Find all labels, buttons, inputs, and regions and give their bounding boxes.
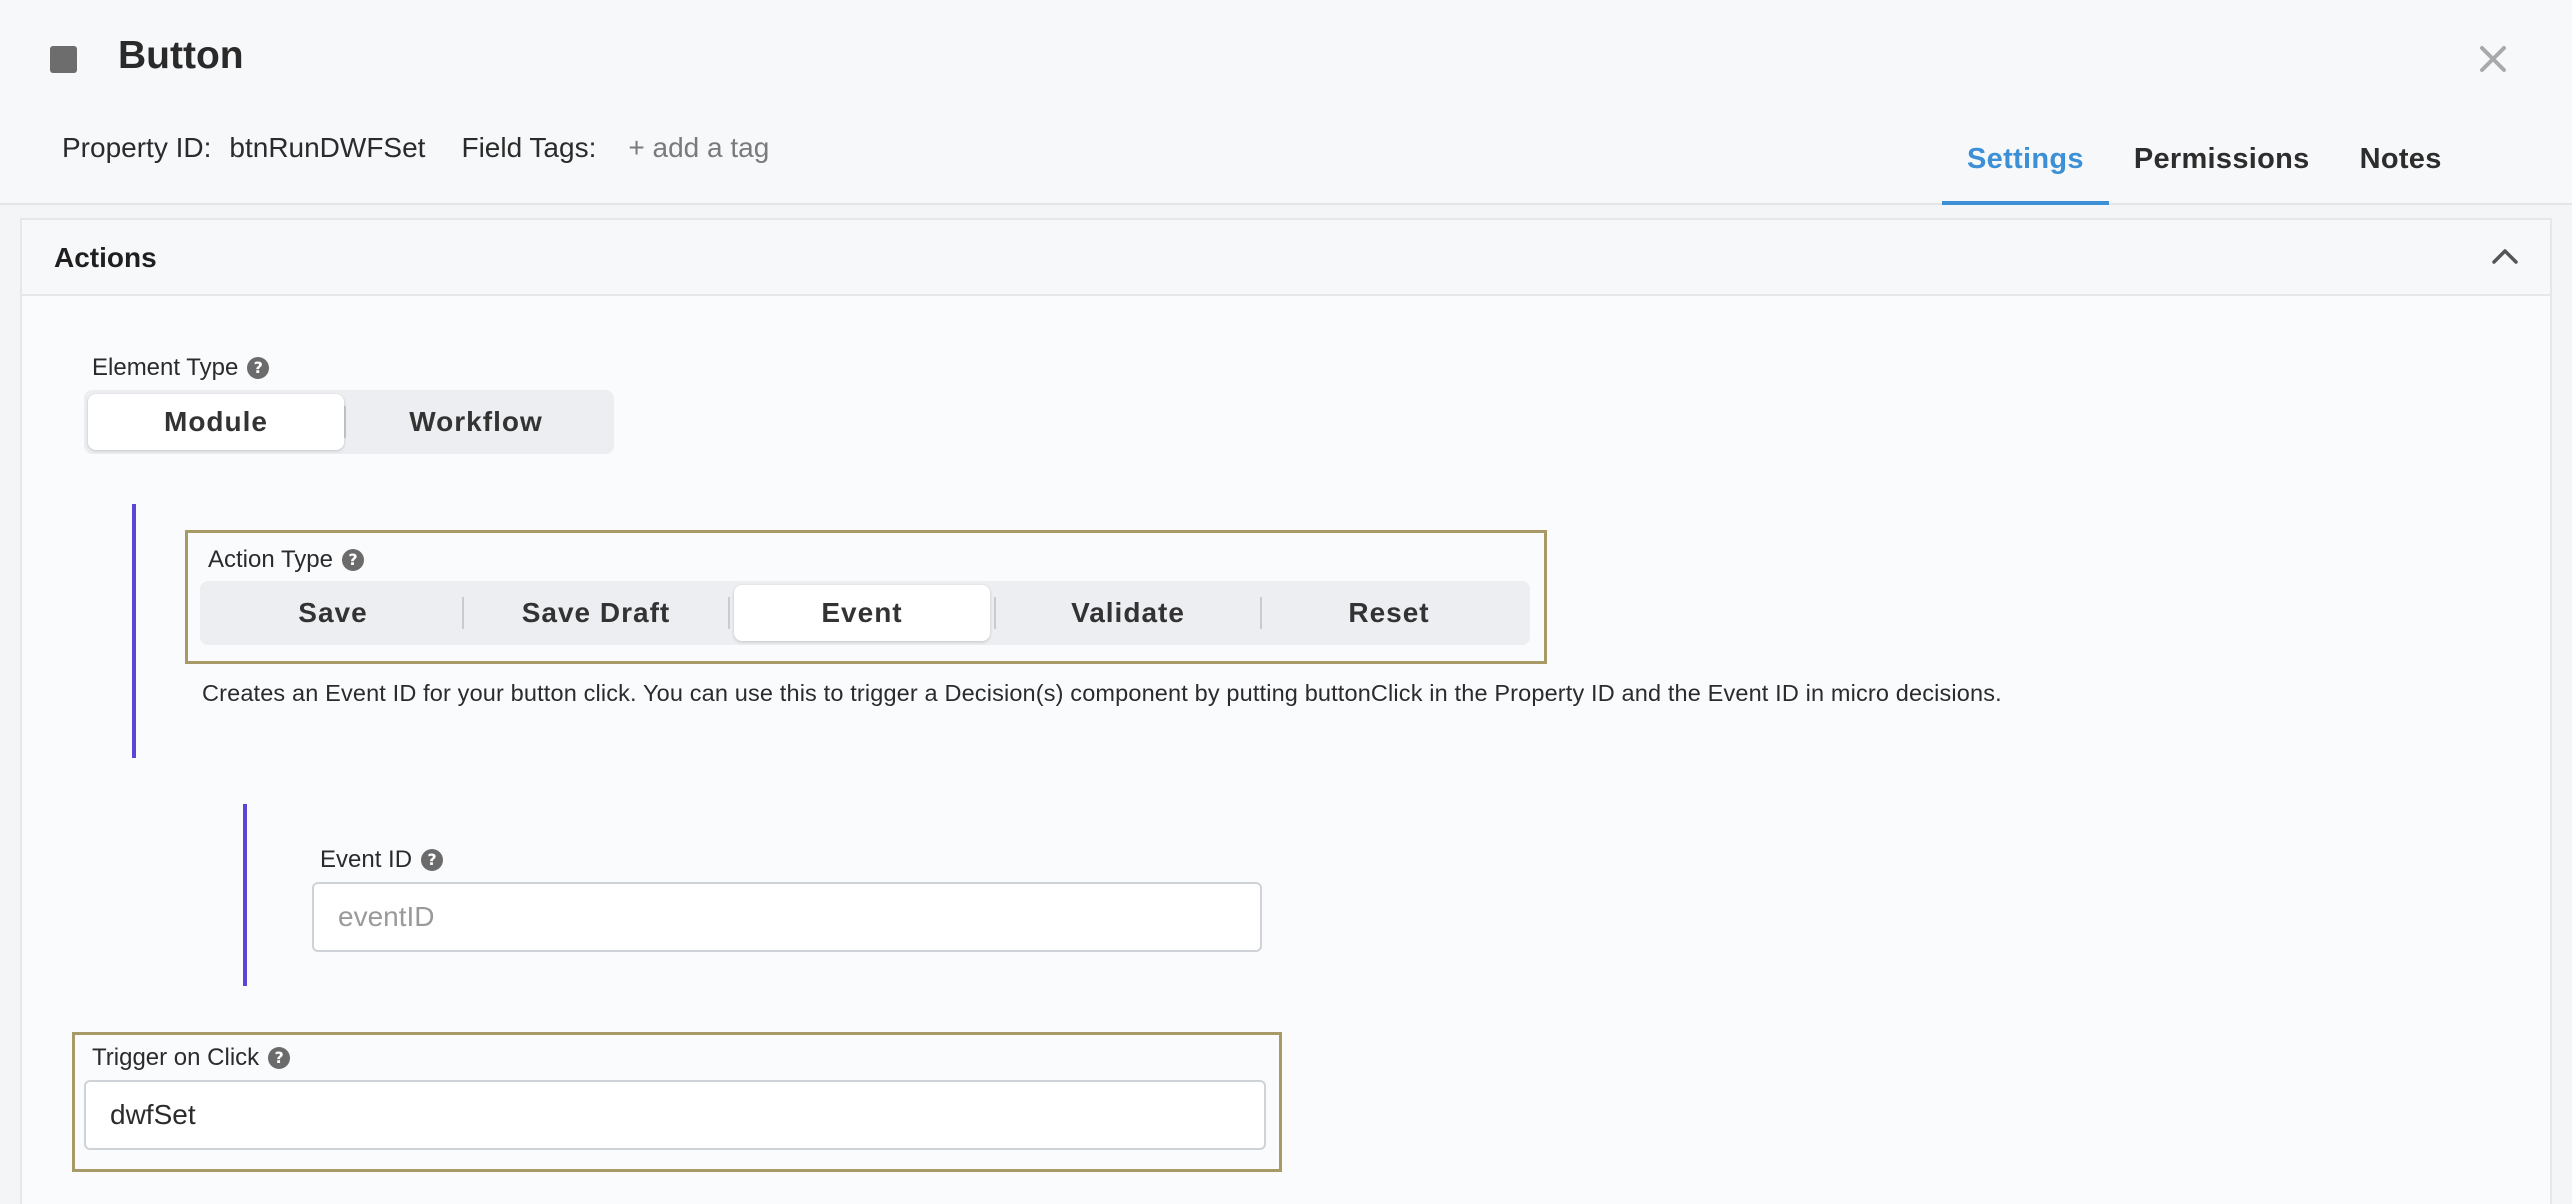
help-icon[interactable]: ?: [341, 549, 364, 571]
help-icon[interactable]: ?: [247, 357, 270, 379]
element-type-module-button[interactable]: Module: [88, 394, 344, 450]
property-id-label: Property ID:: [62, 132, 212, 163]
trigger-on-click-label: Trigger on Click: [92, 1044, 260, 1071]
trigger-on-click-label-row: Trigger on Click ?: [92, 1044, 291, 1072]
help-icon[interactable]: ?: [421, 849, 444, 871]
close-icon[interactable]: [2474, 40, 2512, 78]
tab-settings[interactable]: Settings: [1942, 140, 2109, 205]
nested-indent-bar: [243, 804, 247, 986]
action-type-label: Action Type: [208, 546, 333, 573]
action-type-reset-button[interactable]: Reset: [1262, 585, 1516, 641]
action-type-event-button[interactable]: Event: [734, 585, 990, 641]
add-tag-link[interactable]: + add a tag: [628, 132, 769, 164]
panel-title: Actions: [54, 242, 157, 273]
action-type-label-row: Action Type ?: [208, 546, 364, 574]
page-title: Button: [118, 34, 244, 77]
action-type-toggle: Save Save Draft Event Validate Reset: [200, 581, 1530, 645]
help-icon[interactable]: ?: [268, 1047, 291, 1069]
property-id-value: btnRunDWFSet: [229, 132, 426, 163]
actions-panel: Actions Element Type ? Module Workflow A…: [20, 218, 2552, 1204]
tab-notes[interactable]: Notes: [2335, 140, 2467, 205]
chevron-up-icon[interactable]: [2490, 244, 2520, 268]
nested-indent-bar: [132, 504, 136, 758]
element-type-label-row: Element Type ?: [92, 354, 270, 382]
segment-divider: [728, 597, 730, 629]
element-type-workflow-button[interactable]: Workflow: [346, 394, 606, 450]
event-id-input[interactable]: [312, 882, 1262, 952]
element-type-toggle: Module Workflow: [84, 390, 614, 454]
element-type-label: Element Type: [92, 354, 239, 381]
tab-permissions[interactable]: Permissions: [2109, 140, 2335, 205]
modal-header: Button Property ID: btnRunDWFSet Field T…: [0, 0, 2572, 205]
event-id-label: Event ID: [320, 846, 413, 873]
button-element-icon: [50, 46, 77, 73]
field-tags-label: Field Tags:: [461, 132, 597, 163]
actions-panel-header[interactable]: Actions: [22, 220, 2550, 296]
trigger-on-click-input[interactable]: [84, 1080, 1266, 1150]
event-id-label-row: Event ID ?: [320, 846, 444, 874]
action-type-description: Creates an Event ID for your button clic…: [202, 680, 2002, 706]
action-type-save-button[interactable]: Save: [204, 585, 462, 641]
action-type-validate-button[interactable]: Validate: [996, 585, 1260, 641]
property-meta: Property ID: btnRunDWFSet Field Tags: + …: [62, 132, 769, 164]
tab-bar: Settings Permissions Notes: [1942, 140, 2467, 205]
action-type-save-draft-button[interactable]: Save Draft: [464, 585, 728, 641]
